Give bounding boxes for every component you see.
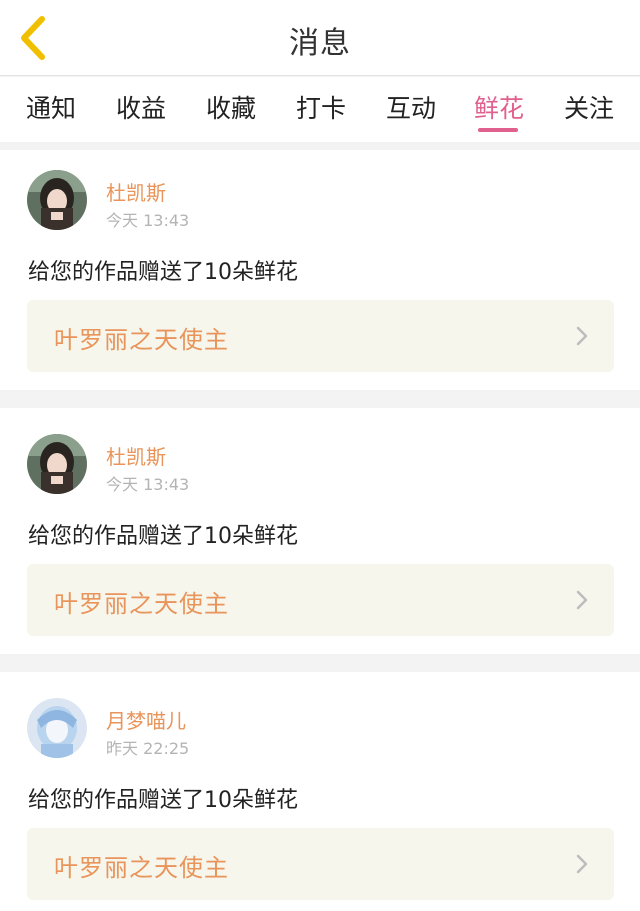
- message-card: 杜凯斯 今天 13:43 给您的作品赠送了10朵鲜花 叶罗丽之天使主: [0, 150, 640, 390]
- work-link[interactable]: 叶罗丽之天使主: [27, 300, 614, 372]
- tab-notifications[interactable]: 通知: [26, 89, 76, 125]
- chevron-right-icon: [576, 326, 588, 346]
- message-time: 今天 13:43: [106, 211, 190, 230]
- work-title: 叶罗丽之天使主: [54, 590, 229, 618]
- avatar[interactable]: [27, 434, 87, 494]
- message-card: 月梦喵儿 昨天 22:25 给您的作品赠送了10朵鲜花 叶罗丽之天使主: [0, 672, 640, 911]
- avatar[interactable]: [27, 170, 87, 230]
- work-title: 叶罗丽之天使主: [54, 326, 229, 354]
- tab-bar: 通知 收益 收藏 打卡 互动 鲜花 关注: [0, 77, 640, 142]
- sender-name[interactable]: 杜凯斯: [106, 177, 166, 206]
- message-card: 杜凯斯 今天 13:43 给您的作品赠送了10朵鲜花 叶罗丽之天使主: [0, 408, 640, 654]
- message-text: 给您的作品赠送了10朵鲜花: [28, 788, 298, 813]
- page-title: 消息: [289, 26, 351, 61]
- work-title: 叶罗丽之天使主: [54, 854, 229, 882]
- tab-flowers[interactable]: 鲜花: [474, 89, 524, 125]
- work-link[interactable]: 叶罗丽之天使主: [27, 828, 614, 900]
- message-text: 给您的作品赠送了10朵鲜花: [28, 524, 298, 549]
- tab-favorites[interactable]: 收藏: [206, 89, 256, 125]
- chevron-right-icon: [576, 854, 588, 874]
- avatar[interactable]: [27, 698, 87, 758]
- tab-following[interactable]: 关注: [564, 89, 614, 125]
- message-time: 今天 13:43: [106, 475, 190, 494]
- active-tab-indicator: [478, 128, 518, 132]
- message-text: 给您的作品赠送了10朵鲜花: [28, 260, 298, 285]
- sender-name[interactable]: 月梦喵儿: [106, 705, 186, 734]
- top-bar: 消息: [0, 0, 640, 76]
- message-time: 昨天 22:25: [106, 739, 190, 758]
- tab-earnings[interactable]: 收益: [116, 89, 166, 125]
- sender-name[interactable]: 杜凯斯: [106, 441, 166, 470]
- work-link[interactable]: 叶罗丽之天使主: [27, 564, 614, 636]
- chevron-right-icon: [576, 590, 588, 610]
- tab-checkin[interactable]: 打卡: [296, 89, 346, 125]
- tab-interactions[interactable]: 互动: [386, 89, 436, 125]
